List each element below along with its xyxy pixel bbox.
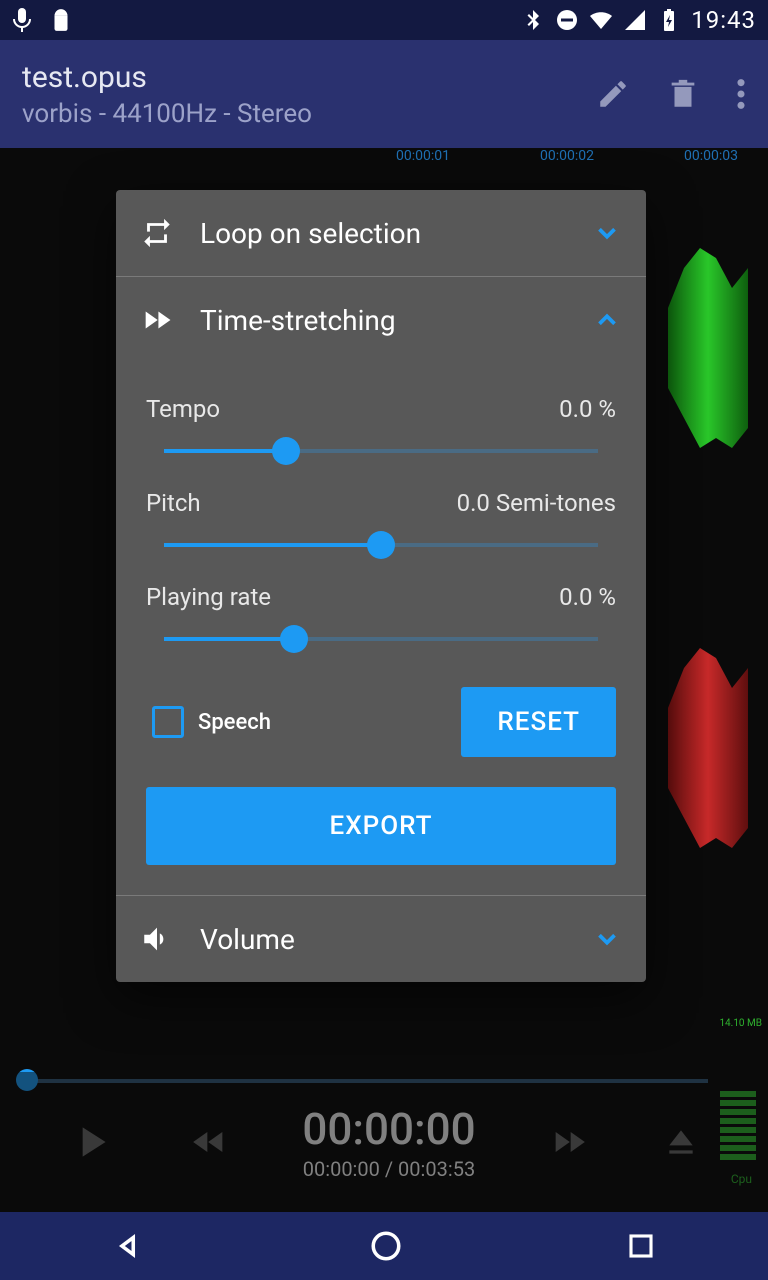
clock: 19:43 — [691, 6, 756, 34]
time-total: 00:00:00 / 00:03:53 — [302, 1157, 475, 1181]
loop-title: Loop on selection — [200, 217, 566, 250]
status-bar: 19:43 — [0, 0, 768, 40]
tempo-control: Tempo 0.0 % — [146, 395, 616, 465]
pitch-slider[interactable] — [164, 531, 598, 559]
speech-checkbox[interactable] — [152, 706, 184, 738]
forward-button[interactable] — [549, 1122, 589, 1162]
rate-value: 0.0 % — [559, 583, 616, 611]
time-ruler: 00:00:0100:00:0200:00:03 — [0, 148, 768, 172]
play-button[interactable] — [66, 1117, 116, 1167]
rate-control: Playing rate 0.0 % — [146, 583, 616, 653]
tempo-value: 0.0 % — [559, 395, 616, 423]
chevron-down-icon — [592, 218, 622, 248]
reset-button[interactable]: RESET — [461, 687, 616, 757]
export-button[interactable]: EXPORT — [146, 787, 616, 865]
pitch-label: Pitch — [146, 489, 201, 517]
current-time: 00:00:00 — [302, 1103, 475, 1155]
volume-title: Volume — [200, 923, 566, 956]
pitch-value: 0.0 Semi-tones — [457, 489, 616, 517]
nav-bar — [0, 1212, 768, 1280]
file-name: test.opus — [22, 60, 596, 95]
tempo-slider[interactable] — [164, 437, 598, 465]
battery-charging-icon — [657, 8, 681, 32]
android-icon — [48, 7, 74, 33]
memory-label: 14.10 MB — [719, 1018, 762, 1029]
loop-section-header[interactable]: Loop on selection — [116, 190, 646, 276]
eject-button[interactable] — [661, 1122, 701, 1162]
edit-icon[interactable] — [596, 77, 630, 111]
wifi-icon — [589, 8, 613, 32]
fast-forward-icon — [140, 303, 174, 337]
waveform-left-channel — [668, 248, 748, 448]
transport-bar: 00:00:00 00:00:00 / 00:03:53 — [0, 1072, 768, 1212]
rate-slider[interactable] — [164, 625, 598, 653]
chevron-down-icon — [592, 924, 622, 954]
stretch-title: Time-stretching — [200, 304, 566, 337]
waveform-right-channel — [668, 648, 748, 848]
app-bar: test.opus vorbis - 44100Hz - Stereo — [0, 40, 768, 148]
file-info: vorbis - 44100Hz - Stereo — [22, 99, 596, 129]
settings-panel: Loop on selection Time-stretching Tempo … — [116, 190, 646, 982]
rewind-button[interactable] — [189, 1122, 229, 1162]
speech-label: Speech — [198, 710, 271, 735]
volume-icon — [140, 922, 174, 956]
back-button[interactable] — [112, 1229, 146, 1263]
signal-icon — [623, 8, 647, 32]
volume-section-header[interactable]: Volume — [116, 896, 646, 982]
trash-icon[interactable] — [666, 77, 700, 111]
loop-icon — [140, 216, 174, 250]
stretch-section-header[interactable]: Time-stretching — [116, 277, 646, 363]
home-button[interactable] — [369, 1229, 403, 1263]
bluetooth-icon — [521, 8, 545, 32]
recent-button[interactable] — [626, 1231, 656, 1261]
dnd-icon — [555, 8, 579, 32]
speech-checkbox-wrap[interactable]: Speech — [152, 706, 271, 738]
chevron-up-icon — [592, 305, 622, 335]
more-icon[interactable] — [736, 77, 746, 111]
tempo-label: Tempo — [146, 395, 220, 423]
rate-label: Playing rate — [146, 583, 271, 611]
pitch-control: Pitch 0.0 Semi-tones — [146, 489, 616, 559]
mic-icon — [12, 7, 32, 33]
